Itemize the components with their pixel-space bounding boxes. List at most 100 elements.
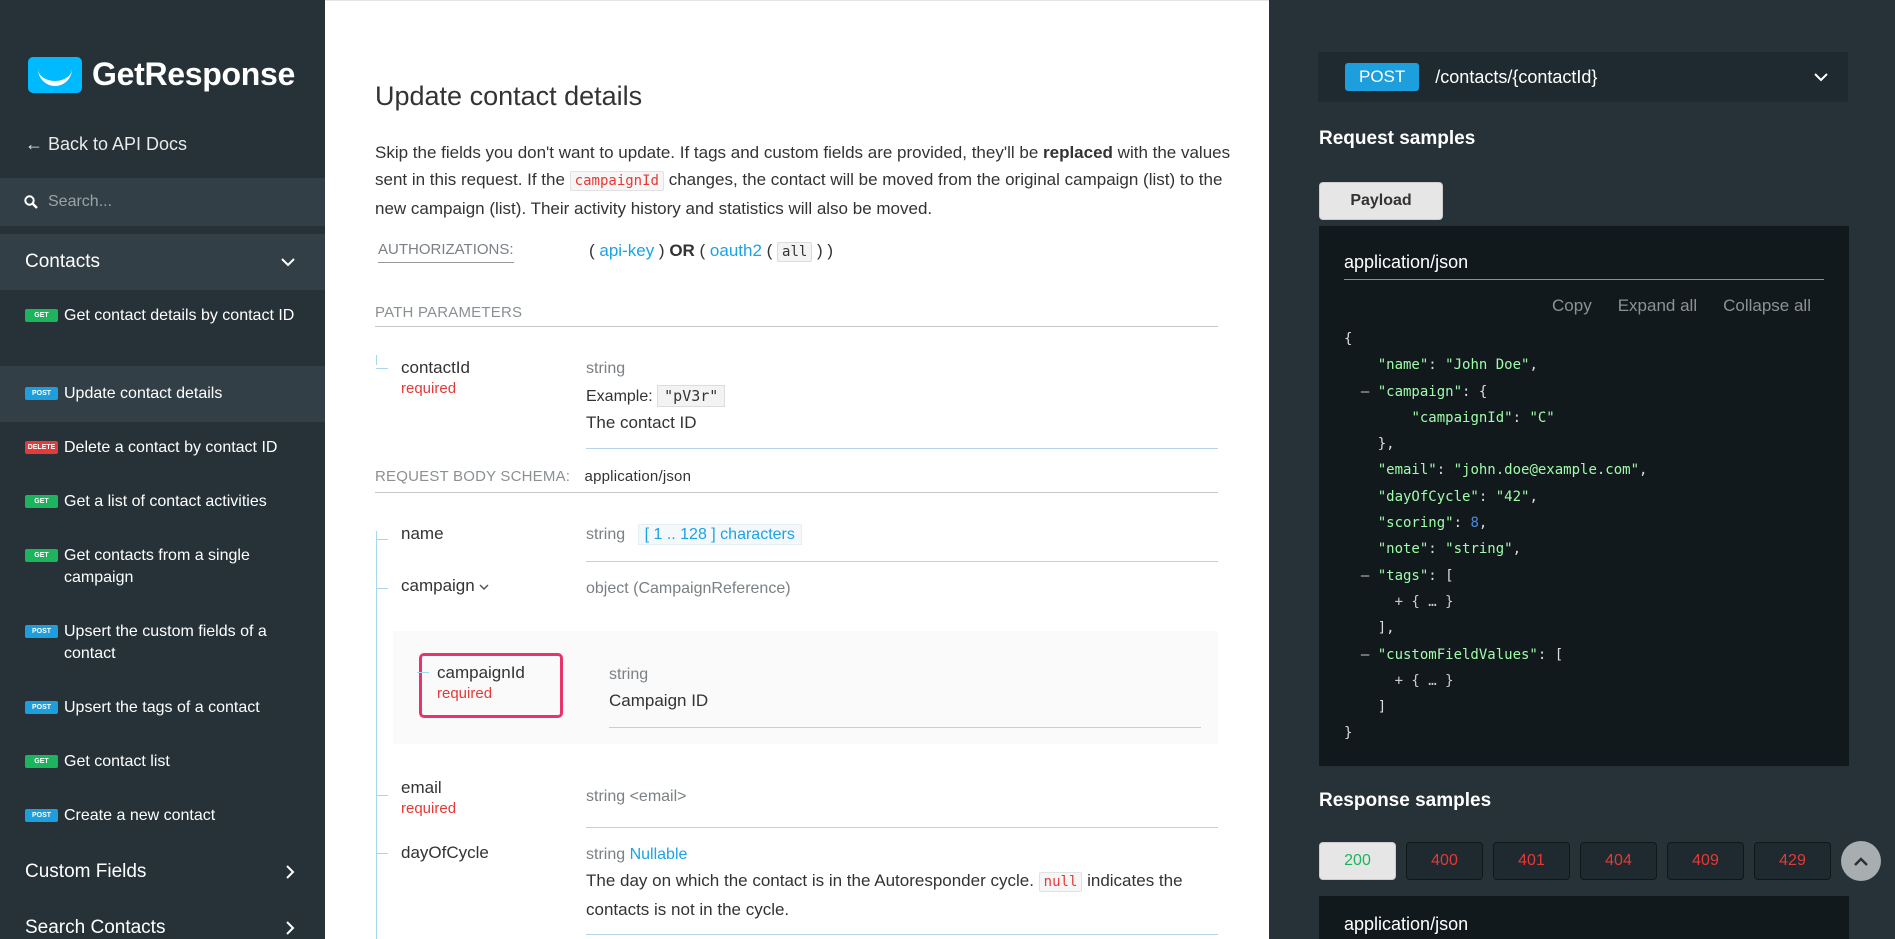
endpoint-selector[interactable]: POST /contacts/{contactId} [1318, 52, 1848, 102]
section-label: Contacts [25, 251, 100, 272]
divider [586, 934, 1218, 935]
example-value: "pV3r" [657, 385, 726, 407]
status-tab-200[interactable]: 200 [1319, 842, 1396, 880]
auth-oauth2-link[interactable]: oauth2 [710, 241, 762, 260]
back-to-api-docs-link[interactable]: ← Back to API Docs [25, 134, 187, 155]
page-title: Update contact details [375, 81, 643, 111]
nullable-label: Nullable [629, 846, 688, 863]
param-description: The contact ID [586, 413, 697, 432]
sidebar-item-label: Delete a contact by contact ID [64, 439, 278, 456]
field-name-campaignId: campaignId [437, 663, 525, 682]
field-type: string [ 1 .. 128 ] characters [586, 524, 802, 545]
search-box [0, 178, 325, 226]
request-body-schema-label: REQUEST BODY SCHEMA: application/json [375, 468, 691, 485]
method-pill: POST [1345, 63, 1420, 91]
divider [375, 326, 1218, 327]
auth-or: OR [669, 241, 695, 260]
field-type: string Nullable [586, 846, 687, 864]
divider [375, 492, 1218, 493]
collapse-toggle[interactable]: – [1361, 647, 1378, 663]
collapse-toggle[interactable]: – [1361, 568, 1378, 584]
copy-button[interactable]: Copy [1552, 296, 1592, 316]
json-sample: { "name": "John Doe", – "campaign": { "c… [1344, 331, 1648, 742]
inline-code: campaignId [569, 171, 664, 191]
constraint-chip: [ 1 .. 128 ] characters [637, 524, 802, 545]
sidebar-item-contacts-from-campaign[interactable]: GET Get contacts from a single campaign [0, 545, 325, 589]
sidebar-item-label: Get contacts from a single campaign [64, 547, 250, 586]
sidebar-item-create-contact[interactable]: POST Create a new contact [0, 805, 325, 827]
sidebar-item-label: Upsert the tags of a contact [64, 699, 260, 716]
sidebar-item-label: Get contact list [64, 753, 170, 770]
field-name-campaign-toggle[interactable]: campaign [401, 576, 489, 596]
sidebar-item-upsert-custom-fields[interactable]: POST Upsert the custom fields of a conta… [0, 621, 325, 665]
search-input[interactable] [48, 193, 308, 211]
paren: ( [589, 241, 600, 260]
content-type-label: application/json [1344, 914, 1469, 934]
method-badge: POST [25, 809, 58, 822]
expand-toggle[interactable]: + { … } [1395, 673, 1454, 689]
field-type: string [609, 666, 649, 683]
sidebar-item-get-contact-details[interactable]: GET Get contact details by contact ID [0, 305, 325, 327]
collapse-all-button[interactable]: Collapse all [1723, 296, 1811, 316]
schema-label: REQUEST BODY SCHEMA: [375, 468, 571, 485]
scroll-to-top-button[interactable] [1841, 841, 1881, 881]
method-badge: GET [25, 495, 58, 508]
method-badge: POST [25, 625, 58, 638]
sidebar-item-label: Create a new contact [64, 807, 216, 824]
sidebar-item-delete-contact[interactable]: DELETE Delete a contact by contact ID [0, 437, 325, 459]
expand-all-button[interactable]: Expand all [1618, 296, 1697, 316]
status-tab-429[interactable]: 429 [1754, 842, 1831, 880]
type-label: string [586, 526, 626, 543]
field-type: object (CampaignReference) [586, 580, 791, 597]
paren: ( [761, 241, 778, 260]
method-badge: GET [25, 549, 58, 562]
auth-api-key-link[interactable]: api-key [599, 241, 654, 260]
logo[interactable]: GetResponse [28, 56, 295, 93]
sidebar-item-get-contact-list[interactable]: GET Get contact list [0, 751, 325, 773]
divider [586, 561, 1218, 562]
section-label: Custom Fields [25, 861, 147, 882]
sidebar-item-label: Get contact details by contact ID [64, 307, 295, 324]
expand-toggle[interactable]: + { … } [1395, 594, 1454, 610]
main-content: Update contact details Skip the fields y… [325, 0, 1269, 939]
response-code-panel: application/json [1319, 896, 1849, 939]
sidebar-section-contacts[interactable]: Contacts [0, 234, 325, 290]
chevron-up-icon [1854, 856, 1868, 866]
chevron-down-icon [479, 584, 489, 591]
getresponse-logo-icon [28, 56, 82, 93]
sidebar: GetResponse ← Back to API Docs Contacts … [0, 0, 325, 939]
tree-tick [376, 368, 388, 369]
param-type: string [586, 360, 626, 377]
request-code-panel: application/json Copy Expand all Collaps… [1319, 226, 1849, 766]
status-tab-400[interactable]: 400 [1406, 842, 1483, 880]
status-tab-401[interactable]: 401 [1493, 842, 1570, 880]
sidebar-item-upsert-tags[interactable]: POST Upsert the tags of a contact [0, 697, 325, 719]
sidebar-item-update-contact-details[interactable]: POST Update contact details [0, 366, 325, 422]
inline-code: null [1038, 872, 1083, 892]
collapse-toggle[interactable]: – [1361, 384, 1378, 400]
chevron-down-icon [1814, 72, 1828, 81]
chevron-right-icon [286, 921, 295, 935]
method-badge: GET [25, 309, 58, 322]
desc-text: Skip the fields you don't want to update… [375, 143, 1043, 162]
field-type: string <email> [586, 788, 687, 805]
paren: ) ) [812, 241, 834, 260]
status-tab-404[interactable]: 404 [1580, 842, 1657, 880]
request-samples-heading: Request samples [1319, 128, 1476, 149]
response-status-tabs: 200 400 401 404 409 429 [1319, 842, 1831, 880]
status-tab-409[interactable]: 409 [1667, 842, 1744, 880]
field-name-dayOfCycle: dayOfCycle [401, 843, 489, 862]
chevron-down-icon [281, 257, 295, 266]
tree-tick [376, 539, 388, 540]
payload-tab[interactable]: Payload [1319, 182, 1443, 220]
sidebar-item-contact-activities[interactable]: GET Get a list of contact activities [0, 491, 325, 513]
paren: ( [694, 241, 710, 260]
section-label: Search Contacts [25, 917, 166, 938]
code-toolbar: Copy Expand all Collapse all [1552, 296, 1811, 316]
desc-text: The day on which the contact is in the A… [586, 871, 1039, 890]
required-label: required [437, 685, 493, 702]
required-label: required [401, 380, 457, 397]
sidebar-section-search-contacts[interactable]: Search Contacts [0, 900, 325, 939]
sidebar-section-custom-fields[interactable]: Custom Fields [0, 844, 325, 900]
tree-line [376, 531, 377, 939]
